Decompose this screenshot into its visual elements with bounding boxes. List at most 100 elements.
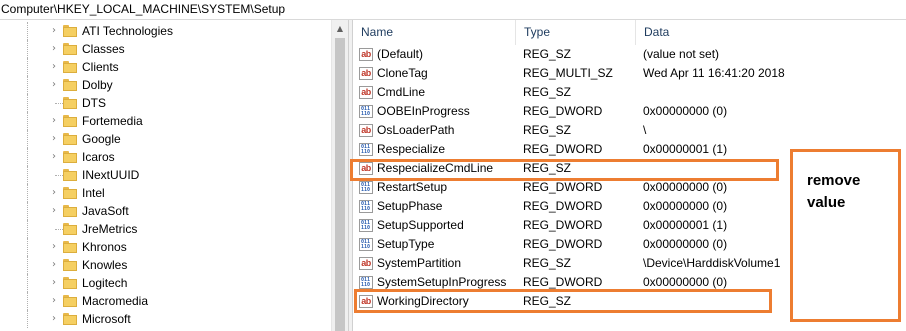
tree-guide-line	[27, 112, 28, 130]
registry-key-tree: › ATI Technologies › Classes › Clients › Dolby D…	[0, 20, 348, 331]
value-row-cmdline[interactable]: ab CmdLine REG_SZ	[353, 83, 906, 102]
value-data: (value not set)	[643, 47, 720, 61]
folder-body	[63, 225, 77, 235]
expand-arrow-icon[interactable]: ›	[49, 203, 59, 219]
string-value-icon: ab	[359, 86, 373, 99]
expand-arrow-icon[interactable]: ›	[49, 257, 59, 273]
expand-arrow-icon[interactable]: ›	[49, 275, 59, 291]
tree-item-label: Icaros	[82, 150, 115, 164]
value-row-default[interactable]: ab (Default) REG_SZ (value not set)	[353, 45, 906, 64]
value-type: REG_DWORD	[523, 199, 603, 213]
column-header-name[interactable]: Name	[353, 20, 516, 45]
tree-guide-line	[27, 238, 28, 256]
expand-arrow-icon[interactable]: ›	[49, 131, 59, 147]
tree-scrollbar[interactable]: ▲	[331, 20, 348, 331]
tree-item-inextuuid[interactable]: INextUUID	[0, 166, 330, 184]
column-header-data[interactable]: Data	[636, 20, 906, 45]
highlight-workingdirectory	[354, 289, 772, 313]
tree-item-label: Fortemedia	[82, 114, 143, 128]
binary-value-icon: 011 110	[359, 181, 373, 194]
tree-item-khronos[interactable]: › Khronos	[0, 238, 330, 256]
value-name: (Default)	[377, 47, 424, 61]
expand-arrow-icon[interactable]: ›	[49, 239, 59, 255]
expand-arrow-icon[interactable]: ›	[49, 149, 59, 165]
tree-item-label: Classes	[82, 42, 125, 56]
tree-item-label: Knowles	[82, 258, 128, 272]
expand-arrow-icon[interactable]: ›	[49, 59, 59, 75]
value-name: CloneTag	[377, 66, 428, 80]
value-name: CmdLine	[377, 85, 426, 99]
tree-item-jremetrics[interactable]: JreMetrics	[0, 220, 330, 238]
value-type: REG_MULTI_SZ	[523, 66, 613, 80]
value-type: REG_DWORD	[523, 237, 603, 251]
tree-item-logitech[interactable]: › Logitech	[0, 274, 330, 292]
value-type: REG_DWORD	[523, 142, 603, 156]
tree-item-dolby[interactable]: › Dolby	[0, 76, 330, 94]
tree-guide-line	[27, 22, 28, 40]
tree-connector	[55, 103, 63, 104]
expand-arrow-icon[interactable]: ›	[49, 185, 59, 201]
value-row-oobeinprogress[interactable]: 011 110 OOBEInProgress REG_DWORD 0x00000000…	[353, 102, 906, 121]
value-type: REG_SZ	[523, 256, 572, 270]
expand-arrow-icon[interactable]: ›	[49, 41, 59, 57]
value-data: \	[643, 123, 647, 137]
folder-body	[63, 63, 77, 73]
tree-item-clients[interactable]: › Clients	[0, 58, 330, 76]
tree-item-dts[interactable]: DTS	[0, 94, 330, 112]
folder-body	[63, 297, 77, 307]
tree-item-intel[interactable]: › Intel	[0, 184, 330, 202]
expand-arrow-icon[interactable]: ›	[49, 23, 59, 39]
highlight-respecializecmdline	[350, 159, 779, 181]
folder-icon	[63, 115, 77, 127]
value-name: SystemPartition	[377, 256, 462, 270]
folder-body	[63, 81, 77, 91]
tree-guide-line	[27, 148, 28, 166]
tree-item-icaros[interactable]: › Icaros	[0, 148, 330, 166]
value-type: REG_SZ	[523, 85, 572, 99]
folder-icon	[63, 169, 77, 181]
folder-icon	[63, 97, 77, 109]
scroll-thumb[interactable]	[335, 38, 345, 331]
tree-guide-line	[27, 166, 28, 184]
expand-arrow-icon[interactable]: ›	[49, 311, 59, 327]
tree-item-macromedia[interactable]: › Macromedia	[0, 292, 330, 310]
tree-item-knowles[interactable]: › Knowles	[0, 256, 330, 274]
folder-icon	[63, 43, 77, 55]
string-value-icon: ab	[359, 257, 373, 270]
value-data: 0x00000000 (0)	[643, 199, 728, 213]
tree-guide-line	[27, 310, 28, 328]
scroll-up-arrow-icon[interactable]: ▲	[332, 20, 348, 37]
folder-icon	[63, 295, 77, 307]
address-bar[interactable]: Computer\HKEY_LOCAL_MACHINE\SYSTEM\Setup	[0, 0, 906, 20]
string-value-icon: ab	[359, 48, 373, 61]
tree-item-label: JreMetrics	[82, 222, 138, 236]
column-header-type[interactable]: Type	[516, 20, 636, 45]
folder-icon	[63, 25, 77, 37]
string-value-icon: ab	[359, 67, 373, 80]
expand-arrow-icon[interactable]: ›	[49, 293, 59, 309]
tree-item-microsoft[interactable]: › Microsoft	[0, 310, 330, 328]
folder-icon	[63, 277, 77, 289]
value-name: OsLoaderPath	[377, 123, 455, 137]
expand-arrow-icon[interactable]: ›	[49, 113, 59, 129]
value-row-clonetag[interactable]: ab CloneTag REG_MULTI_SZ Wed Apr 11 16:41:2…	[353, 64, 906, 83]
binary-value-icon: 011 110	[359, 105, 373, 118]
tree-item-label: Clients	[82, 60, 119, 74]
folder-icon	[63, 259, 77, 271]
value-name: SetupPhase	[377, 199, 443, 213]
tree-item-label: Logitech	[82, 276, 128, 290]
expand-arrow-icon[interactable]: ›	[49, 77, 59, 93]
tree-item-fortemedia[interactable]: › Fortemedia	[0, 112, 330, 130]
tree-item-javasoft[interactable]: › JavaSoft	[0, 202, 330, 220]
folder-body	[63, 261, 77, 271]
tree-guide-line	[27, 76, 28, 94]
tree-item-google[interactable]: › Google	[0, 130, 330, 148]
tree-connector	[55, 175, 63, 176]
value-data: Wed Apr 11 16:41:20 2018	[643, 66, 785, 80]
tree-item-classes[interactable]: › Classes	[0, 40, 330, 58]
tree-item-ati-technologies[interactable]: › ATI Technologies	[0, 22, 330, 40]
value-row-osloaderpath[interactable]: ab OsLoaderPath REG_SZ \	[353, 121, 906, 140]
value-name: SetupType	[377, 237, 435, 251]
binary-value-icon: 011 110	[359, 238, 373, 251]
tree-guide-line	[27, 202, 28, 220]
